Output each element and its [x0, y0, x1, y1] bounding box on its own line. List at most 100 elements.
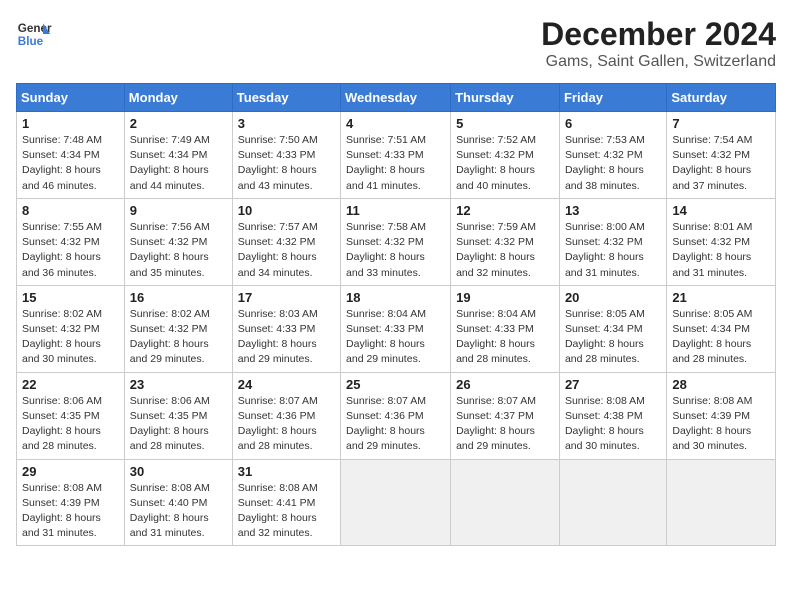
day-detail: Sunrise: 7:51 AMSunset: 4:33 PMDaylight:…	[346, 133, 445, 194]
calendar-cell	[559, 459, 666, 546]
day-header-monday: Monday	[124, 84, 232, 112]
day-number: 11	[346, 203, 445, 218]
calendar-week-3: 15 Sunrise: 8:02 AMSunset: 4:32 PMDayligh…	[17, 285, 776, 372]
day-number: 20	[565, 290, 661, 305]
day-detail: Sunrise: 7:57 AMSunset: 4:32 PMDaylight:…	[238, 220, 335, 281]
logo: General Blue	[16, 16, 52, 52]
calendar-cell: 21 Sunrise: 8:05 AMSunset: 4:34 PMDayligh…	[667, 285, 776, 372]
calendar-cell: 25Sunrise: 8:07 AMSunset: 4:36 PMDayligh…	[341, 372, 451, 459]
day-detail: Sunrise: 8:08 AMSunset: 4:39 PMDaylight:…	[672, 394, 770, 455]
day-detail: Sunrise: 8:02 AMSunset: 4:32 PMDaylight:…	[22, 307, 119, 368]
day-number: 21	[672, 290, 770, 305]
calendar-cell: 7Sunrise: 7:54 AMSunset: 4:32 PMDaylight…	[667, 112, 776, 199]
day-number: 28	[672, 377, 770, 392]
subtitle: Gams, Saint Gallen, Switzerland	[541, 53, 776, 71]
logo-icon: General Blue	[16, 16, 52, 52]
day-detail: Sunrise: 8:04 AMSunset: 4:33 PMDaylight:…	[346, 307, 445, 368]
calendar-cell: 31 Sunrise: 8:08 AMSunset: 4:41 PMDayligh…	[232, 459, 340, 546]
day-number: 14	[672, 203, 770, 218]
svg-text:Blue: Blue	[18, 35, 44, 48]
calendar-cell: 17 Sunrise: 8:03 AMSunset: 4:33 PMDayligh…	[232, 285, 340, 372]
day-number: 1	[22, 116, 119, 131]
day-number: 29	[22, 464, 119, 479]
day-number: 17	[238, 290, 335, 305]
day-number: 7	[672, 116, 770, 131]
calendar-cell: 3 Sunrise: 7:50 AMSunset: 4:33 PMDaylight…	[232, 112, 340, 199]
day-detail: Sunrise: 8:03 AMSunset: 4:33 PMDaylight:…	[238, 307, 335, 368]
day-number: 18	[346, 290, 445, 305]
day-detail: Sunrise: 8:08 AMSunset: 4:40 PMDaylight:…	[130, 481, 227, 542]
day-detail: Sunrise: 8:05 AMSunset: 4:34 PMDaylight:…	[565, 307, 661, 368]
day-detail: Sunrise: 8:02 AMSunset: 4:32 PMDaylight:…	[130, 307, 227, 368]
day-number: 22	[22, 377, 119, 392]
day-header-thursday: Thursday	[451, 84, 560, 112]
day-number: 13	[565, 203, 661, 218]
calendar-cell	[451, 459, 560, 546]
day-detail: Sunrise: 8:06 AMSunset: 4:35 PMDaylight:…	[22, 394, 119, 455]
calendar-cell: 4Sunrise: 7:51 AMSunset: 4:33 PMDaylight…	[341, 112, 451, 199]
day-header-sunday: Sunday	[17, 84, 125, 112]
calendar-cell: 8 Sunrise: 7:55 AMSunset: 4:32 PMDaylight…	[17, 198, 125, 285]
calendar-cell: 6 Sunrise: 7:53 AMSunset: 4:32 PMDaylight…	[559, 112, 666, 199]
day-detail: Sunrise: 8:05 AMSunset: 4:34 PMDaylight:…	[672, 307, 770, 368]
calendar-cell: 26Sunrise: 8:07 AMSunset: 4:37 PMDayligh…	[451, 372, 560, 459]
calendar-body: 1 Sunrise: 7:48 AMSunset: 4:34 PMDaylight…	[17, 112, 776, 546]
day-detail: Sunrise: 8:08 AMSunset: 4:41 PMDaylight:…	[238, 481, 335, 542]
day-detail: Sunrise: 7:55 AMSunset: 4:32 PMDaylight:…	[22, 220, 119, 281]
day-detail: Sunrise: 7:48 AMSunset: 4:34 PMDaylight:…	[22, 133, 119, 194]
calendar-cell: 5 Sunrise: 7:52 AMSunset: 4:32 PMDaylight…	[451, 112, 560, 199]
calendar-cell: 27Sunrise: 8:08 AMSunset: 4:38 PMDayligh…	[559, 372, 666, 459]
calendar-cell: 23 Sunrise: 8:06 AMSunset: 4:35 PMDayligh…	[124, 372, 232, 459]
day-number: 15	[22, 290, 119, 305]
day-detail: Sunrise: 8:06 AMSunset: 4:35 PMDaylight:…	[130, 394, 227, 455]
day-number: 12	[456, 203, 554, 218]
calendar-cell: 14 Sunrise: 8:01 AMSunset: 4:32 PMDayligh…	[667, 198, 776, 285]
calendar-cell: 11 Sunrise: 7:58 AMSunset: 4:32 PMDayligh…	[341, 198, 451, 285]
day-detail: Sunrise: 8:07 AMSunset: 4:36 PMDaylight:…	[238, 394, 335, 455]
calendar-cell: 10 Sunrise: 7:57 AMSunset: 4:32 PMDayligh…	[232, 198, 340, 285]
calendar-cell	[341, 459, 451, 546]
calendar-cell: 24 Sunrise: 8:07 AMSunset: 4:36 PMDayligh…	[232, 372, 340, 459]
day-detail: Sunrise: 8:08 AMSunset: 4:39 PMDaylight:…	[22, 481, 119, 542]
day-number: 8	[22, 203, 119, 218]
day-detail: Sunrise: 7:58 AMSunset: 4:32 PMDaylight:…	[346, 220, 445, 281]
calendar-cell: 12Sunrise: 7:59 AMSunset: 4:32 PMDayligh…	[451, 198, 560, 285]
day-number: 25	[346, 377, 445, 392]
day-number: 23	[130, 377, 227, 392]
day-number: 31	[238, 464, 335, 479]
calendar-cell	[667, 459, 776, 546]
calendar-week-1: 1 Sunrise: 7:48 AMSunset: 4:34 PMDaylight…	[17, 112, 776, 199]
day-number: 24	[238, 377, 335, 392]
day-number: 10	[238, 203, 335, 218]
day-number: 2	[130, 116, 227, 131]
header-row: SundayMondayTuesdayWednesdayThursdayFrid…	[17, 84, 776, 112]
calendar-cell: 29 Sunrise: 8:08 AMSunset: 4:39 PMDayligh…	[17, 459, 125, 546]
calendar-cell: 9Sunrise: 7:56 AMSunset: 4:32 PMDaylight…	[124, 198, 232, 285]
day-number: 5	[456, 116, 554, 131]
day-header-wednesday: Wednesday	[341, 84, 451, 112]
day-detail: Sunrise: 7:53 AMSunset: 4:32 PMDaylight:…	[565, 133, 661, 194]
day-detail: Sunrise: 7:49 AMSunset: 4:34 PMDaylight:…	[130, 133, 227, 194]
calendar-week-4: 22 Sunrise: 8:06 AMSunset: 4:35 PMDayligh…	[17, 372, 776, 459]
day-header-tuesday: Tuesday	[232, 84, 340, 112]
day-number: 16	[130, 290, 227, 305]
day-number: 6	[565, 116, 661, 131]
day-number: 3	[238, 116, 335, 131]
day-detail: Sunrise: 7:50 AMSunset: 4:33 PMDaylight:…	[238, 133, 335, 194]
calendar-cell: 28 Sunrise: 8:08 AMSunset: 4:39 PMDayligh…	[667, 372, 776, 459]
day-detail: Sunrise: 8:01 AMSunset: 4:32 PMDaylight:…	[672, 220, 770, 281]
calendar-table: SundayMondayTuesdayWednesdayThursdayFrid…	[16, 83, 776, 546]
day-number: 30	[130, 464, 227, 479]
day-header-friday: Friday	[559, 84, 666, 112]
day-number: 26	[456, 377, 554, 392]
main-title: December 2024	[541, 16, 776, 53]
calendar-cell: 1 Sunrise: 7:48 AMSunset: 4:34 PMDaylight…	[17, 112, 125, 199]
day-detail: Sunrise: 7:52 AMSunset: 4:32 PMDaylight:…	[456, 133, 554, 194]
calendar-cell: 30 Sunrise: 8:08 AMSunset: 4:40 PMDayligh…	[124, 459, 232, 546]
calendar-cell: 22 Sunrise: 8:06 AMSunset: 4:35 PMDayligh…	[17, 372, 125, 459]
calendar-cell: 2 Sunrise: 7:49 AMSunset: 4:34 PMDaylight…	[124, 112, 232, 199]
day-detail: Sunrise: 8:08 AMSunset: 4:38 PMDaylight:…	[565, 394, 661, 455]
day-header-saturday: Saturday	[667, 84, 776, 112]
calendar-cell: 20 Sunrise: 8:05 AMSunset: 4:34 PMDayligh…	[559, 285, 666, 372]
day-detail: Sunrise: 8:00 AMSunset: 4:32 PMDaylight:…	[565, 220, 661, 281]
